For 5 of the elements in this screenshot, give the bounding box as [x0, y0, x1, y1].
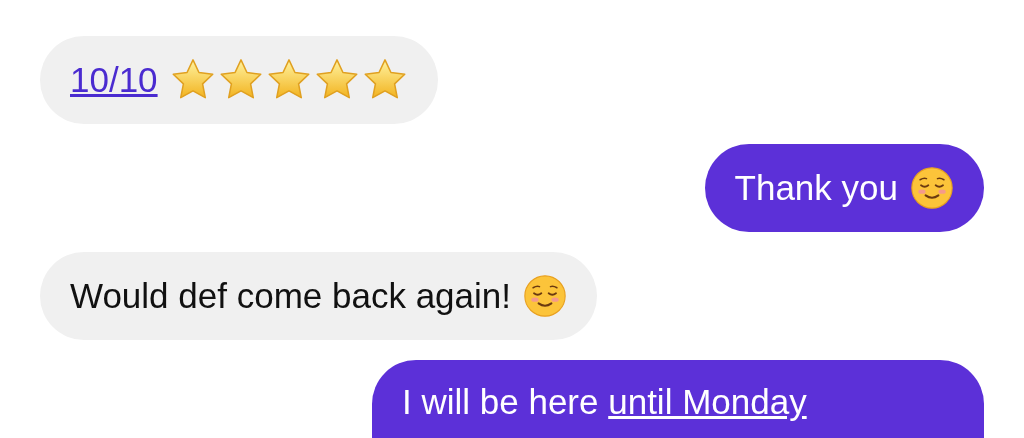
message-text: Would def come back again!	[70, 276, 511, 316]
rating-link[interactable]: 10/10	[70, 60, 158, 100]
date-link[interactable]: until Monday	[608, 382, 807, 421]
message-text: Thank you	[734, 168, 898, 208]
message-text: I will be here until Monday	[402, 382, 807, 422]
